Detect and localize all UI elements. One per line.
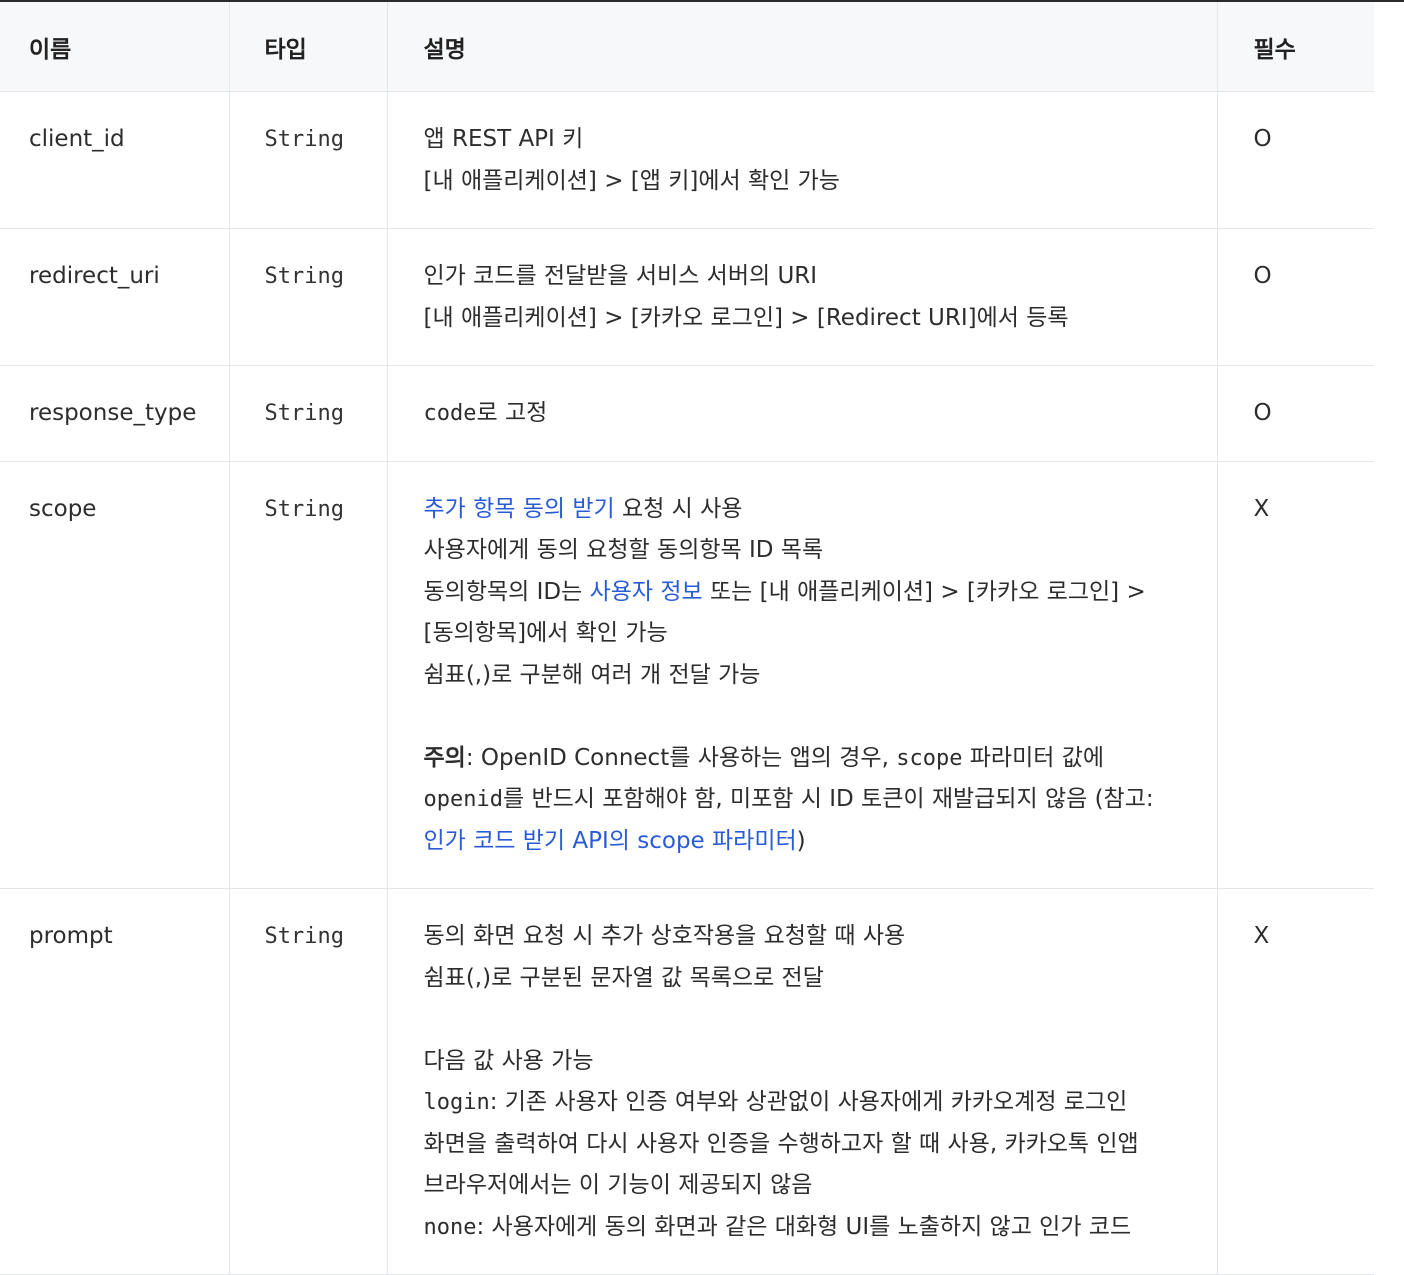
- description-line: 쉼표(,)로 구분해 여러 개 전달 가능: [423, 661, 761, 688]
- description-line: 동의항목의 ID는 사용자 정보 또는 [내 애플리케이션] > [카카오 로그…: [424, 572, 1197, 614]
- param-description: code로 고정: [386, 365, 1217, 462]
- param-description: 동의 화면 요청 시 추가 상호작용을 요청할 때 사용 쉼표(,)로 구분된 …: [386, 888, 1217, 1275]
- note-label: 주의: [423, 744, 466, 771]
- column-header-description: 설명: [386, 2, 1217, 92]
- description-line: code로 고정: [424, 393, 1197, 435]
- param-type: String: [228, 365, 387, 462]
- table-row: scope String 추가 항목 동의 받기 요청 시 사용 사용자에게 동…: [0, 461, 1374, 889]
- description-line: 추가 항목 동의 받기 요청 시 사용: [424, 489, 1197, 531]
- description-text: 로 고정: [476, 400, 548, 426]
- description-line: 브라우저에서는 이 기능이 제공되지 않음: [423, 1172, 813, 1198]
- description-text: : 기존 사용자 인증 여부와 상관없이 사용자에게 카카오계정 로그인: [489, 1089, 1128, 1115]
- param-name: redirect_uri: [0, 228, 229, 366]
- description-line: 앱 REST API 키: [423, 126, 584, 152]
- param-name: prompt: [0, 888, 229, 1275]
- description-line: [내 애플리케이션] > [카카오 로그인] > [Redirect URI]에…: [423, 304, 1069, 331]
- param-required: O: [1216, 228, 1374, 366]
- note-text: 파라미터 값에: [962, 744, 1105, 771]
- description-line: 화면을 출력하여 다시 사용자 인증을 수행하고자 할 때 사용, 카카오톡 인…: [423, 1130, 1139, 1157]
- user-info-link[interactable]: 사용자 정보: [590, 579, 703, 605]
- description-line: [동의항목]에서 확인 가능: [423, 620, 668, 646]
- inline-code: none: [423, 1214, 477, 1240]
- description-line: 인가 코드를 전달받을 서비스 서버의 URI: [423, 263, 818, 289]
- description-line: 다음 값 사용 가능: [423, 1047, 594, 1074]
- param-type: String: [228, 888, 387, 1275]
- additional-consent-link[interactable]: 추가 항목 동의 받기: [424, 496, 615, 522]
- param-description: 인가 코드를 전달받을 서비스 서버의 URI [내 애플리케이션] > [카카…: [386, 228, 1217, 366]
- param-type: String: [228, 461, 387, 889]
- table-row: response_type String code로 고정 O: [0, 365, 1374, 462]
- parameters-table: 이름 타입 설명 필수 client_id String 앱 REST API …: [0, 2, 1374, 1275]
- param-required: X: [1216, 888, 1374, 1275]
- param-required: X: [1216, 461, 1374, 889]
- description-text: 요청 시 사용: [614, 495, 743, 522]
- param-type: String: [228, 91, 387, 229]
- param-name: response_type: [0, 365, 229, 462]
- param-name: client_id: [0, 91, 229, 229]
- description-text: 동의항목의 ID는: [423, 578, 590, 605]
- param-description: 앱 REST API 키 [내 애플리케이션] > [앱 키]에서 확인 가능: [386, 91, 1217, 229]
- table-header-row: 이름 타입 설명 필수: [0, 2, 1374, 92]
- note-text: ): [796, 827, 806, 854]
- note-line: openid를 반드시 포함해야 함, 미포함 시 ID 토큰이 재발급되지 않…: [424, 779, 1197, 821]
- table-row: client_id String 앱 REST API 키 [내 애플리케이션]…: [0, 91, 1374, 229]
- scope-parameter-link[interactable]: 인가 코드 받기 API의 scope 파라미터: [424, 828, 797, 854]
- description-line: login: 기존 사용자 인증 여부와 상관없이 사용자에게 카카오계정 로그…: [424, 1082, 1197, 1124]
- inline-code: scope: [896, 745, 963, 771]
- description-line: 쉼표(,)로 구분된 문자열 값 목록으로 전달: [423, 964, 824, 991]
- column-header-type: 타입: [228, 2, 387, 92]
- note-text: 를 반드시 포함해야 함, 미포함 시 ID 토큰이 재발급되지 않음 (참고:: [502, 786, 1154, 812]
- table-row: redirect_uri String 인가 코드를 전달받을 서비스 서버의 …: [0, 228, 1374, 366]
- param-required: O: [1216, 365, 1374, 462]
- param-description: 추가 항목 동의 받기 요청 시 사용 사용자에게 동의 요청할 동의항목 ID…: [386, 461, 1217, 889]
- description-line: [내 애플리케이션] > [앱 키]에서 확인 가능: [423, 167, 840, 194]
- inline-code: login: [423, 1090, 490, 1115]
- table-row: prompt String 동의 화면 요청 시 추가 상호작용을 요청할 때 …: [0, 888, 1374, 1275]
- inline-code: code: [423, 401, 477, 426]
- description-text: : 사용자에게 동의 화면과 같은 대화형 UI를 노출하지 않고 인가 코드: [476, 1213, 1132, 1240]
- param-type: String: [228, 228, 387, 366]
- param-required: O: [1216, 91, 1374, 229]
- column-header-required: 필수: [1216, 2, 1374, 92]
- description-line: 동의 화면 요청 시 추가 상호작용을 요청할 때 사용: [423, 923, 906, 949]
- inline-code: openid: [423, 787, 503, 812]
- description-text: 또는 [내 애플리케이션] > [카카오 로그인] >: [702, 578, 1146, 605]
- description-line: none: 사용자에게 동의 화면과 같은 대화형 UI를 노출하지 않고 인가…: [424, 1207, 1197, 1249]
- column-header-name: 이름: [0, 2, 229, 92]
- note-line: 주의: OpenID Connect를 사용하는 앱의 경우, scope 파라…: [424, 738, 1197, 780]
- param-name: scope: [0, 461, 229, 889]
- description-line: 사용자에게 동의 요청할 동의항목 ID 목록: [423, 537, 824, 563]
- note-line: 인가 코드 받기 API의 scope 파라미터): [424, 821, 1197, 863]
- note-text: : OpenID Connect를 사용하는 앱의 경우,: [465, 744, 897, 771]
